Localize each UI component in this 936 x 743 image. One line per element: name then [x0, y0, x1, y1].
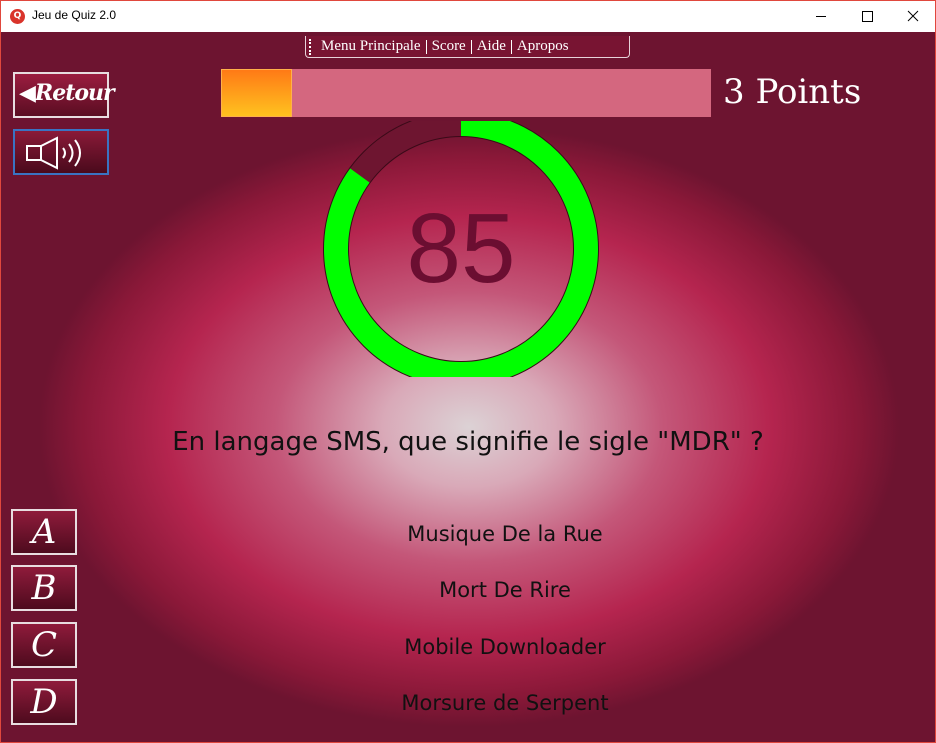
window-title: Jeu de Quiz 2.0 [32, 8, 117, 22]
answer-c-text[interactable]: Mobile Downloader [101, 635, 909, 659]
app-icon: Q [10, 9, 25, 24]
answer-d-text[interactable]: Morsure de Serpent [101, 691, 909, 715]
menu-bar: Menu Principale Score Aide Apropos [305, 36, 630, 58]
title-bar: Q Jeu de Quiz 2.0 [1, 1, 935, 32]
close-icon [907, 10, 919, 22]
app-window: Q Jeu de Quiz 2.0 Menu Principale Score … [0, 0, 936, 743]
answer-c-button[interactable]: C [11, 622, 77, 668]
answer-a-text[interactable]: Musique De la Rue [101, 522, 909, 546]
menu-item-apropos[interactable]: Apropos [512, 38, 574, 55]
answer-d-button[interactable]: D [11, 679, 77, 725]
quiz-area: Menu Principale Score Aide Apropos ◀Reto… [1, 32, 935, 742]
menu-item-score[interactable]: Score [427, 38, 471, 55]
minimize-icon [816, 16, 826, 17]
back-button[interactable]: ◀Retour [13, 72, 115, 118]
score-progress-bar [221, 69, 711, 117]
question-text: En langage SMS, que signifie le sigle "M… [172, 427, 764, 457]
speaker-icon [26, 136, 81, 170]
countdown-value: 85 [406, 193, 516, 303]
answer-a-button[interactable]: A [11, 509, 77, 555]
points-label: 3 Points [723, 72, 862, 112]
minimize-button[interactable] [798, 1, 844, 32]
close-button[interactable] [890, 1, 935, 32]
maximize-icon [862, 11, 873, 22]
menu-grip-icon [309, 39, 313, 55]
score-progress-fill [221, 69, 292, 117]
back-button-label: ◀Retour [19, 80, 115, 106]
maximize-button[interactable] [844, 1, 890, 32]
menu-item-principale[interactable]: Menu Principale [316, 38, 426, 55]
answer-b-button[interactable]: B [11, 565, 77, 611]
answer-b-text[interactable]: Mort De Rire [101, 578, 909, 602]
menu-item-aide[interactable]: Aide [472, 38, 511, 55]
sound-toggle-button[interactable] [13, 129, 109, 175]
